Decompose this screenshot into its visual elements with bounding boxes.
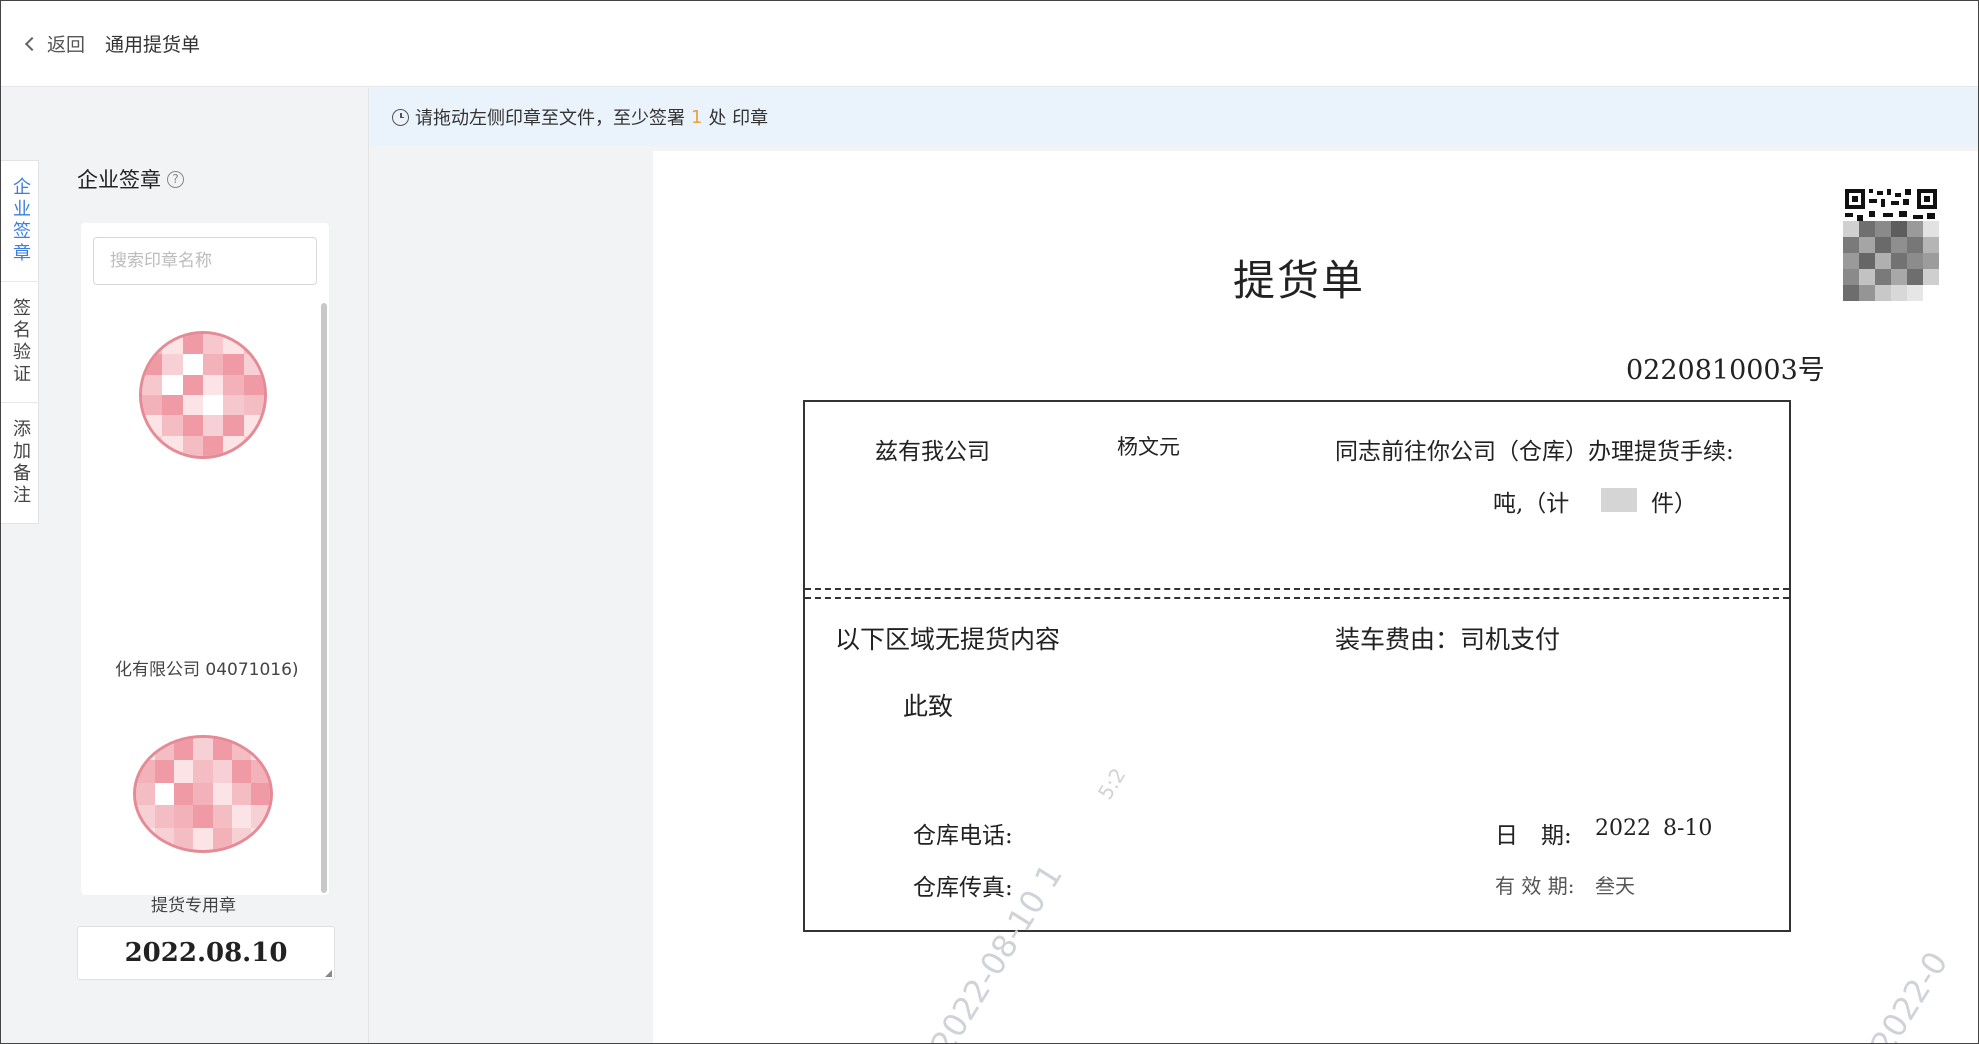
valid-period-label: 有 效 期: — [1495, 874, 1575, 898]
document-page[interactable]: 提货单 0220810003号 兹有我公司 杨文元 同志前往你公司（仓库）办理提… — [653, 151, 1978, 1044]
seal-item[interactable] — [133, 735, 273, 853]
vertical-tab-bar: 企业签章 签名验证 添加备注 — [1, 160, 39, 524]
tab-signature-verify[interactable]: 签名验证 — [1, 282, 39, 403]
resize-grip-icon[interactable] — [325, 970, 332, 977]
notice-suffix: 处 印章 — [708, 108, 769, 129]
qr-code-icon — [1843, 187, 1939, 301]
tab-enterprise-seal[interactable]: 企业签章 — [1, 161, 39, 282]
tab-add-note[interactable]: 添加备注 — [1, 403, 39, 523]
warehouse-phone-label: 仓库电话: — [913, 823, 1013, 849]
date-stamp[interactable]: 2022.08.10 — [77, 926, 335, 980]
left-sidebar: 企业签章 签名验证 添加备注 企业签章 ? 搜索印章名称 化有限公司 04071… — [1, 88, 369, 1043]
top-header: 返回 通用提货单 — [1, 1, 1978, 87]
dashed-divider — [805, 588, 1789, 590]
warehouse-fax-label: 仓库传真: — [913, 875, 1013, 901]
date-label: 日 期: — [1495, 823, 1572, 849]
closing-text: 此致 — [903, 692, 954, 721]
seal-list-scrollbar[interactable] — [321, 303, 327, 893]
line1-right: 同志前往你公司（仓库）办理提货手续: — [1335, 439, 1734, 465]
dashed-divider — [805, 597, 1789, 599]
watermark-text: 2022-0 — [1863, 944, 1956, 1044]
chevron-left-icon — [24, 36, 40, 52]
no-content-note: 以下区域无提货内容 — [835, 625, 1061, 654]
seal-panel-title: 企业签章 ? — [77, 164, 184, 194]
seal-item[interactable] — [139, 331, 267, 459]
redacted-quantity — [1601, 488, 1637, 512]
seal-caption: 提货专用章 — [151, 896, 236, 916]
back-label: 返回 — [47, 34, 86, 56]
seal-image — [139, 331, 267, 459]
seal-mosaic — [142, 334, 264, 456]
seal-image — [133, 735, 273, 853]
help-icon[interactable]: ? — [167, 170, 184, 188]
loading-fee: 装车费由：司机支付 — [1335, 625, 1561, 654]
notice-prefix: 请拖动左侧印章至文件，至少签署 — [415, 108, 685, 129]
driver-name: 杨文元 — [1117, 435, 1180, 459]
valid-period-value: 叁天 — [1595, 874, 1635, 898]
notice-count: 1 — [691, 106, 703, 128]
date-value: 2022 — [1595, 816, 1651, 841]
line2-dun: 吨,（计 — [1493, 491, 1570, 517]
seal-list-panel: 化有限公司 04071016) 提货专用章 — [81, 223, 329, 916]
document-form-box: 兹有我公司 杨文元 同志前往你公司（仓库）办理提货手续: 吨,（计 件） 以下区… — [803, 400, 1791, 932]
clock-icon — [392, 108, 409, 126]
line1-left: 兹有我公司 — [875, 439, 990, 465]
document-number: 0220810003号 — [1626, 355, 1825, 386]
seal-mosaic — [136, 738, 270, 850]
back-button[interactable]: 返回 — [24, 30, 86, 57]
notice-bar: 请拖动左侧印章至文件，至少签署 1 处 印章 — [370, 88, 1978, 146]
seal-caption: 化有限公司 04071016) — [115, 660, 299, 680]
seal-search-input[interactable] — [93, 237, 317, 285]
line2-jian: 件） — [1651, 491, 1697, 517]
date-value-tail: 8-10 — [1663, 816, 1713, 841]
document-title: 提货单 — [1233, 256, 1366, 305]
page-title: 通用提货单 — [105, 34, 201, 56]
app-frame: 返回 通用提货单 企业签章 签名验证 添加备注 企业签章 ? 搜索印章名称 化有… — [0, 0, 1979, 1044]
